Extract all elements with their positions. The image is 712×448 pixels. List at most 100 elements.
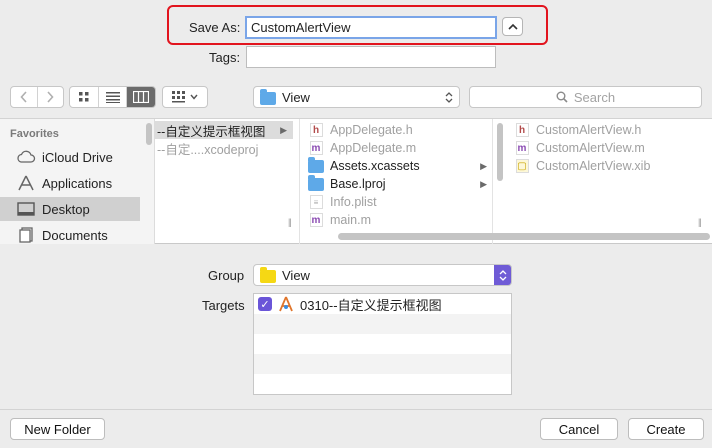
expand-toggle-button[interactable] [502,17,523,36]
tags-label: Tags: [209,50,241,65]
list-item[interactable]: m CustomAlertView.m [514,139,645,157]
create-button[interactable]: Create [628,418,704,440]
list-item[interactable]: Base.lproj ▶ [308,174,492,193]
back-button[interactable] [11,87,38,107]
arrange-grid-icon [172,91,185,103]
view-mode-switcher [69,86,156,108]
chevron-left-icon [20,91,27,103]
browser-column-3: h CustomAlertView.h m CustomAlertView.m … [506,119,712,244]
grid-icon [78,92,89,102]
list-item[interactable]: m AppDelegate.m [308,139,416,157]
group-folder-icon [260,266,276,283]
item-label: main.m [330,213,371,227]
list-item[interactable]: --自定....xcodeproj [157,139,258,157]
list-item[interactable]: ▢ CustomAlertView.xib [514,157,650,175]
column-view-button[interactable] [127,87,155,107]
nav-back-forward [10,86,64,108]
columns-icon [133,91,150,103]
sidebar-item-applications[interactable]: Applications [0,171,140,195]
forward-button[interactable] [38,87,64,107]
folder-icon [308,174,324,191]
column-1-scrollbar[interactable] [146,123,152,145]
item-label: Assets.xcassets [330,159,420,173]
empty-row [254,354,511,374]
empty-row [254,374,511,394]
save-as-label: Save As: [189,20,241,35]
targets-label: Targets [202,298,245,313]
xib-file-icon: ▢ [515,159,529,173]
app-target-icon [279,296,293,312]
documents-icon [16,226,36,244]
disclosure-arrow-icon: ▶ [480,160,487,171]
chevron-down-icon [190,94,198,100]
column-resize-handle[interactable]: || [288,217,292,227]
target-label: 0310--自定义提示框视图 [300,297,442,313]
updown-chevron-icon [494,265,511,285]
list-item[interactable]: Assets.xcassets ▶ [308,156,492,175]
sidebar-item-label: Documents [42,227,108,243]
header-file-icon: h [514,123,530,137]
applications-icon [16,174,36,192]
item-label: CustomAlertView.xib [536,159,651,173]
list-item[interactable]: --自定义提示框视图 ▶ [155,121,293,139]
sidebar-item-icloud-drive[interactable]: iCloud Drive [0,145,140,169]
save-as-field[interactable]: CustomAlertView [245,16,497,39]
tags-field[interactable] [246,46,496,68]
list-item[interactable]: ≡ Info.plist [308,193,377,211]
empty-row [254,314,511,334]
list-item[interactable]: m main.m [308,211,371,229]
sidebar-item-label: Applications [42,175,113,191]
chevron-up-icon [507,23,518,30]
file-browser: Favorites iCloud Drive Applications Desk… [0,118,712,244]
header-file-icon: h [308,123,324,137]
arrange-cell [163,87,207,107]
implementation-file-icon: m [308,213,324,227]
target-checkbox[interactable]: ✓ [258,297,272,311]
sidebar: Favorites iCloud Drive Applications Desk… [0,119,155,244]
arrange-menu-button[interactable] [162,86,208,108]
implementation-file-icon: m [308,141,324,155]
column-2-scrollbar[interactable] [497,123,503,181]
target-row[interactable]: ✓ 0310--自定义提示框视图 [254,294,511,314]
item-label: CustomAlertView.m [536,141,645,155]
targets-list: ✓ 0310--自定义提示框视图 [253,293,512,395]
desktop-icon [16,200,36,218]
cloud-icon [16,148,36,166]
sidebar-item-label: Desktop [42,201,90,217]
plist-file-icon: ≡ [308,195,324,209]
disclosure-arrow-icon: ▶ [280,124,287,135]
icon-view-button[interactable] [70,87,99,107]
group-value: View [282,267,310,283]
list-item[interactable]: h AppDelegate.h [308,121,413,139]
item-label: Info.plist [330,195,377,209]
search-placeholder: Search [573,89,616,105]
column-resize-handle[interactable]: || [698,217,702,227]
chevron-right-icon [47,91,54,103]
location-popup[interactable]: View [253,86,460,108]
footer-divider [0,409,712,410]
folder-icon [308,156,324,173]
list-icon [105,92,120,103]
updown-chevron-icon [445,92,453,103]
browser-column-2: h AppDelegate.h m AppDelegate.m Assets.x… [300,119,493,244]
sidebar-item-documents[interactable]: Documents [0,223,140,244]
item-label: --自定....xcodeproj [157,142,259,157]
list-view-button[interactable] [99,87,128,107]
item-label: AppDelegate.m [330,141,417,155]
disclosure-arrow-icon: ▶ [480,178,487,189]
sidebar-heading: Favorites [10,128,59,140]
new-folder-button[interactable]: New Folder [10,418,105,440]
location-label: View [282,89,310,105]
horizontal-scrollbar[interactable] [338,233,710,240]
implementation-file-icon: m [514,141,530,155]
item-label: Base.lproj [330,177,386,191]
browser-column-1: --自定义提示框视图 ▶ --自定....xcodeproj || [155,119,300,244]
folder-icon [260,88,276,105]
cancel-button[interactable]: Cancel [540,418,618,440]
sidebar-item-desktop[interactable]: Desktop [0,197,140,221]
group-popup[interactable]: View [253,264,512,286]
search-field[interactable]: Search [469,86,702,108]
sidebar-item-label: iCloud Drive [42,149,113,165]
search-icon [556,91,568,103]
list-item[interactable]: h CustomAlertView.h [514,121,641,139]
